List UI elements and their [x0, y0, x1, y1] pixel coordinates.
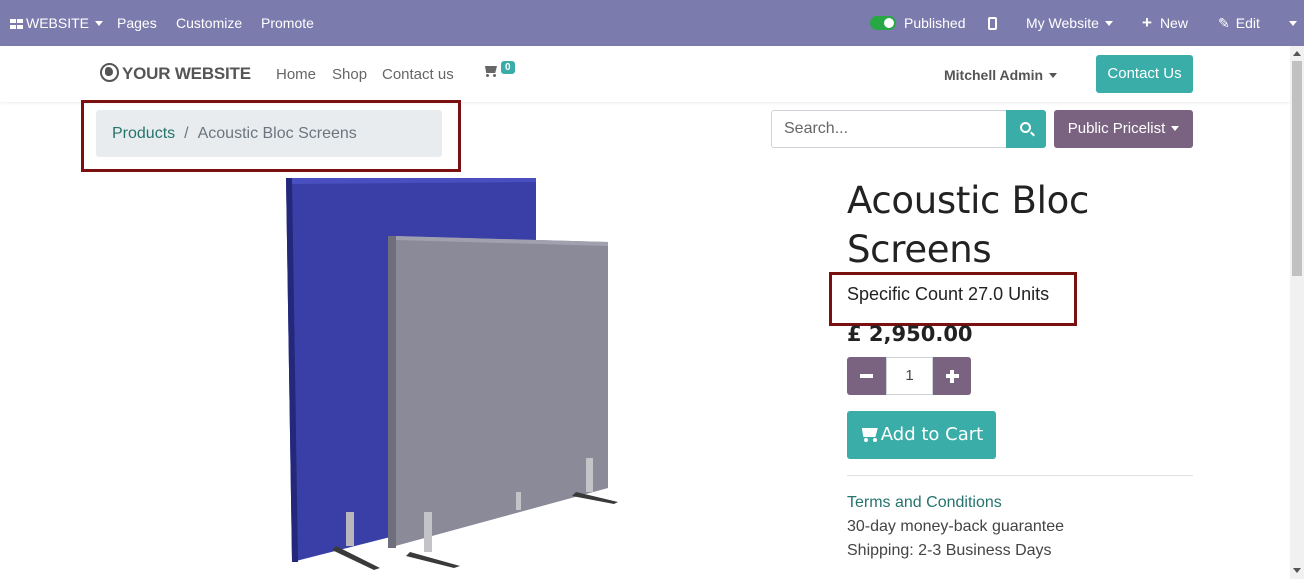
- customize-menu[interactable]: Customize: [176, 0, 242, 46]
- site-logo[interactable]: YOUR WEBSITE: [100, 63, 251, 84]
- cart-icon: [860, 426, 879, 442]
- scroll-up-icon[interactable]: [1293, 51, 1301, 56]
- search-input[interactable]: Search...: [771, 110, 1007, 148]
- plus-icon: +: [1142, 13, 1152, 32]
- scroll-thumb[interactable]: [1292, 61, 1302, 276]
- specific-count-highlight-box: [829, 272, 1077, 326]
- website-menu[interactable]: WEBSITE: [10, 0, 104, 46]
- product-title: Acoustic Bloc Screens: [847, 179, 1090, 271]
- my-website-label: My Website: [1026, 15, 1099, 31]
- new-button[interactable]: + New: [1142, 0, 1188, 46]
- divider: [847, 475, 1193, 476]
- scroll-down-icon[interactable]: [1293, 568, 1301, 573]
- user-menu[interactable]: Mitchell Admin: [944, 67, 1058, 83]
- mobile-preview-button[interactable]: [988, 0, 997, 46]
- logo-text: YOUR WEBSITE: [122, 64, 251, 83]
- scrollbar[interactable]: [1290, 46, 1304, 579]
- pencil-icon: ✎: [1218, 15, 1230, 31]
- chevron-down-icon: [1289, 21, 1297, 26]
- quantity-decrease-button[interactable]: [847, 357, 886, 395]
- user-name: Mitchell Admin: [944, 67, 1044, 83]
- globe-icon: [100, 63, 119, 82]
- product-image[interactable]: [270, 170, 630, 575]
- search-icon: [1020, 122, 1031, 133]
- more-menu-toggle[interactable]: [1283, 0, 1297, 46]
- new-label: New: [1159, 15, 1188, 31]
- contact-us-button[interactable]: Contact Us: [1096, 55, 1193, 93]
- nav-contact[interactable]: Contact us: [382, 66, 454, 83]
- chevron-down-icon: [1104, 21, 1113, 26]
- toggle-switch-icon: [870, 16, 896, 30]
- breadcrumb-highlight-box: [81, 100, 461, 172]
- cart-link[interactable]: 0: [483, 61, 515, 83]
- pricelist-label: Public Pricelist: [1067, 120, 1166, 137]
- shipping-text: Shipping: 2-3 Business Days: [847, 542, 1052, 559]
- chevron-down-icon: [1171, 126, 1180, 131]
- terms-link[interactable]: Terms and Conditions: [847, 494, 1002, 512]
- site-header: YOUR WEBSITE Home Shop Contact us 0 Mitc…: [0, 46, 1290, 102]
- guarantee-text: 30-day money-back guarantee: [847, 518, 1065, 535]
- edit-button[interactable]: ✎ Edit: [1218, 0, 1260, 46]
- search-button[interactable]: [1006, 110, 1046, 148]
- nav-shop[interactable]: Shop: [332, 66, 367, 83]
- cart-count-badge: 0: [501, 61, 515, 74]
- apps-grid-icon: [10, 19, 23, 29]
- mobile-icon: [988, 17, 997, 30]
- add-to-cart-button[interactable]: Add to Cart: [847, 411, 996, 459]
- chevron-down-icon: [1049, 73, 1058, 78]
- cart-icon: [483, 64, 499, 78]
- website-menu-label: WEBSITE: [26, 15, 90, 31]
- published-toggle[interactable]: Published: [870, 0, 966, 46]
- page: WEBSITE Pages Customize Promote Publishe…: [0, 0, 1304, 579]
- admin-bar: WEBSITE Pages Customize Promote Publishe…: [0, 0, 1304, 46]
- chevron-down-icon: [95, 21, 104, 26]
- quantity-input[interactable]: 1: [886, 357, 933, 395]
- promote-menu[interactable]: Promote: [261, 0, 314, 46]
- nav-home[interactable]: Home: [276, 66, 316, 83]
- edit-label: Edit: [1235, 15, 1260, 31]
- product-price: £ 2,950.00: [847, 322, 973, 346]
- my-website-menu[interactable]: My Website: [1026, 0, 1113, 46]
- pricelist-dropdown[interactable]: Public Pricelist: [1054, 110, 1193, 148]
- quantity-increase-button[interactable]: [933, 357, 971, 395]
- add-to-cart-label: Add to Cart: [880, 424, 984, 445]
- pages-menu[interactable]: Pages: [117, 0, 157, 46]
- published-label: Published: [904, 15, 966, 31]
